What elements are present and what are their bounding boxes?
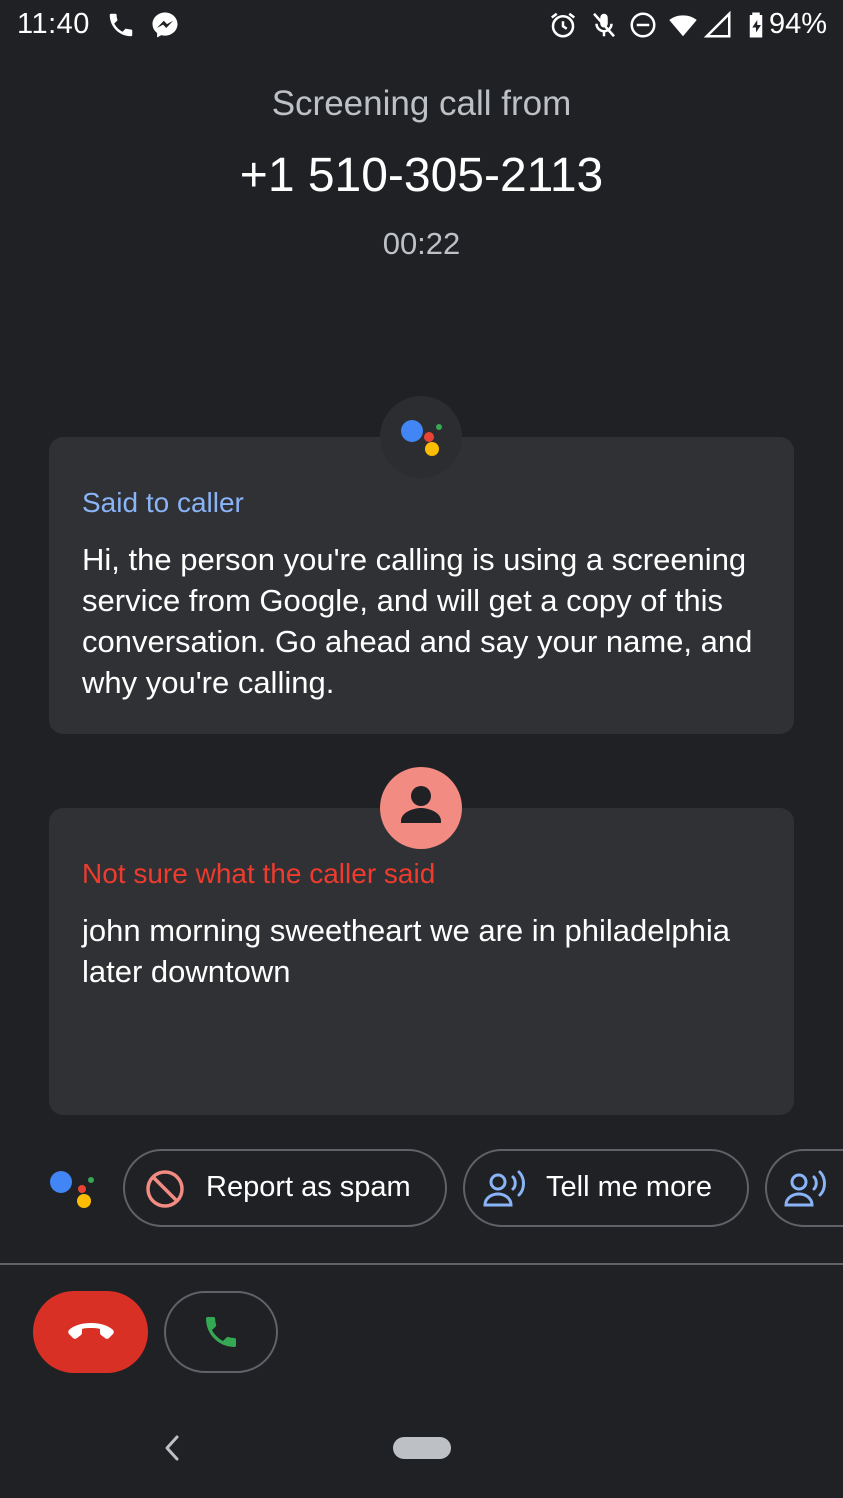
answer-call-button[interactable] [164, 1291, 278, 1373]
phone-icon [109, 13, 133, 37]
call-timer: 00:22 [382, 226, 461, 261]
battery-charging-icon [749, 12, 763, 38]
mic-off-icon [593, 12, 615, 38]
messenger-icon [152, 12, 178, 38]
assistant-message-label: Said to caller [82, 487, 244, 518]
signal-icon [703, 10, 731, 38]
screening-label: Screening call from [271, 84, 572, 123]
decline-call-button[interactable] [33, 1291, 148, 1373]
back-nav-icon[interactable] [160, 1434, 184, 1462]
speaking-person-icon [483, 1170, 525, 1207]
speak-suggestion-button[interactable] [765, 1149, 843, 1227]
hang-up-icon [67, 1323, 114, 1339]
caller-number: +1 510-305-2113 [239, 149, 604, 202]
alarm-icon [551, 12, 575, 38]
home-nav-pill[interactable] [393, 1437, 451, 1459]
wifi-icon [669, 15, 697, 37]
report-spam-button[interactable]: Report as spam [123, 1149, 447, 1227]
block-icon [146, 1170, 184, 1208]
do-not-disturb-icon [630, 12, 656, 38]
google-assistant-icon [401, 420, 442, 456]
status-time: 11:40 [17, 8, 90, 40]
phone-answer-icon [206, 1317, 236, 1347]
caller-avatar [380, 767, 462, 849]
caller-message-card: Not sure what the caller said john morni… [49, 808, 794, 1115]
caller-message-label: Not sure what the caller said [82, 858, 436, 889]
caller-message-text: john morning sweetheart we are in philad… [82, 913, 730, 989]
speaking-person-icon [784, 1170, 826, 1207]
status-bar: 11:40 94% [0, 0, 843, 52]
google-assistant-icon [50, 1171, 94, 1208]
divider [0, 1263, 843, 1265]
assistant-message-card: Said to caller Hi, the person you're cal… [49, 437, 794, 734]
assistant-message-text: Hi, the person you're calling is using a… [82, 542, 753, 700]
google-assistant-avatar [380, 396, 462, 478]
person-icon [401, 786, 441, 823]
battery-percent: 94% [769, 8, 828, 40]
report-spam-label: Report as spam [206, 1171, 411, 1203]
tell-me-more-button[interactable]: Tell me more [463, 1149, 749, 1227]
tell-me-more-label: Tell me more [546, 1171, 712, 1203]
